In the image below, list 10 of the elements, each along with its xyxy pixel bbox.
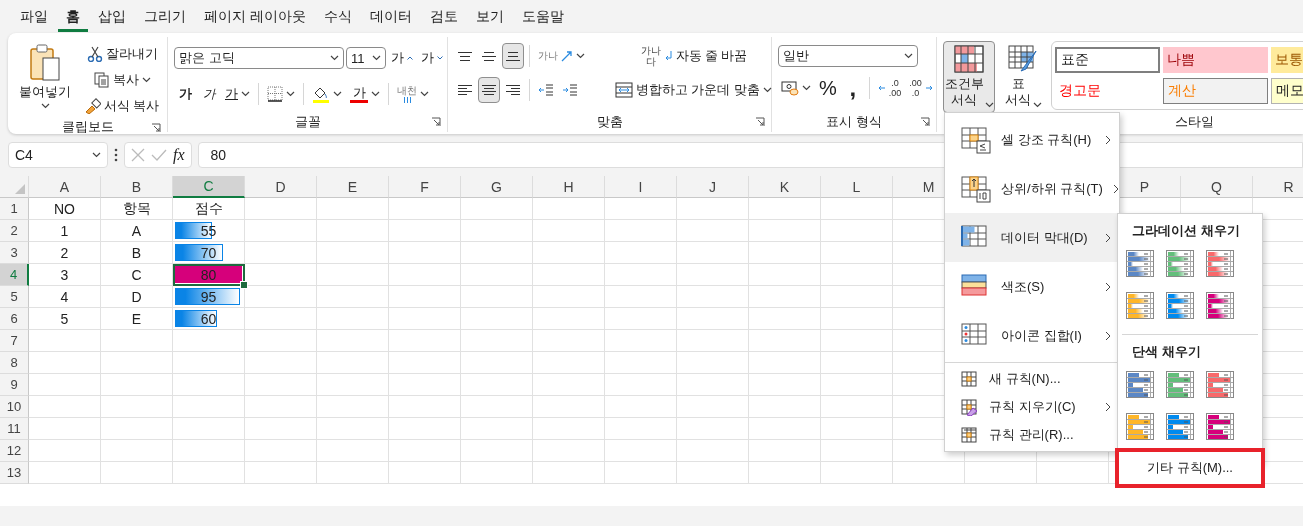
section-title: 단색 채우기 — [1131, 343, 1202, 361]
orientation-icon: 가나 — [538, 51, 558, 61]
group-label: 클립보드 — [60, 119, 115, 134]
wrap-text-icon: 가나다 — [639, 45, 662, 67]
group-label: 맞춤 — [595, 113, 624, 131]
group-label: 표시 형식 — [825, 113, 883, 131]
group-label: 스타일 — [1174, 114, 1215, 131]
section-title: 그라데이션 채우기 — [1131, 222, 1241, 240]
group-label: 글꼴 — [293, 113, 322, 131]
phonetic-icon: 내천 — [397, 85, 417, 96]
